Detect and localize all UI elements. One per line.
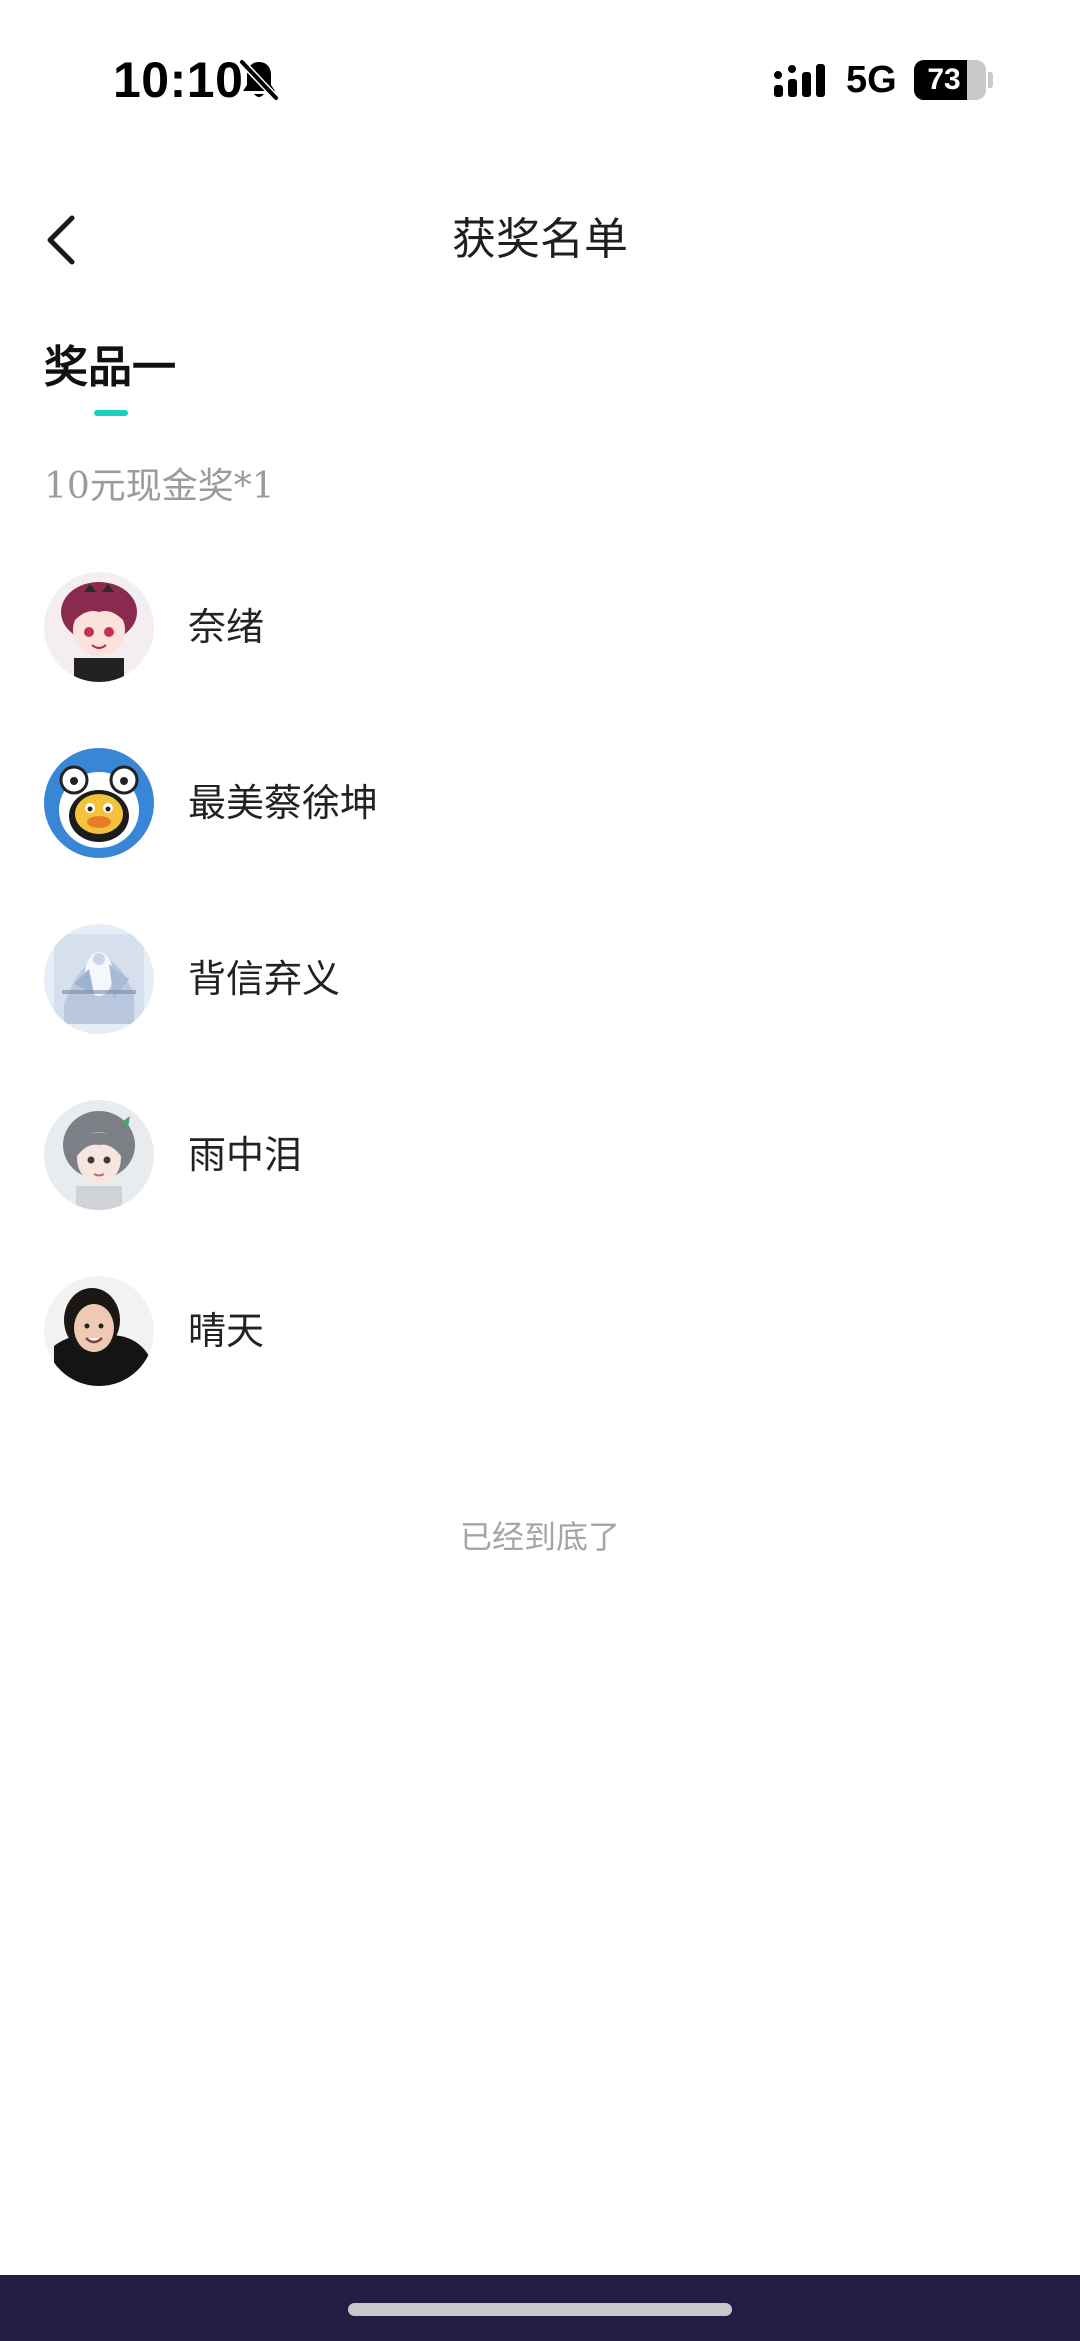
header: 获奖名单 — [0, 190, 1080, 290]
bell-muted-icon — [238, 58, 280, 102]
winner-name: 晴天 — [188, 1309, 265, 1353]
prize-description: 10元现金奖*1 — [44, 466, 275, 507]
list-item[interactable]: 晴天 — [0, 1276, 1080, 1386]
status-time: 10:10 — [113, 52, 244, 108]
list-item[interactable]: 最美蔡徐坤 — [0, 748, 1080, 858]
pale-blue-artwork-avatar — [44, 924, 154, 1034]
list-item[interactable]: 背信弃义 — [0, 924, 1080, 1034]
avatar — [44, 1100, 154, 1210]
end-of-list-note: 已经到底了 — [459, 1518, 620, 1556]
winner-name: 背信弃义 — [188, 957, 341, 1001]
battery-icon: 73 — [914, 60, 986, 100]
anime-girl-maroon-hair-avatar — [44, 572, 154, 682]
winner-name: 雨中泪 — [188, 1133, 303, 1177]
avatar — [44, 572, 154, 682]
cartoon-duck-avatar — [44, 748, 154, 858]
network-type: 5G — [846, 59, 897, 101]
avatar — [44, 1276, 154, 1386]
avatar — [44, 924, 154, 1034]
home-indicator[interactable] — [348, 2303, 732, 2316]
winner-name: 奈绪 — [188, 605, 265, 649]
anime-girl-silver-hair-avatar — [44, 1100, 154, 1210]
tab-prize-one[interactable]: 奖品一 — [44, 338, 176, 416]
tab-active-indicator — [94, 410, 128, 416]
battery-cap — [988, 72, 993, 88]
avatar — [44, 748, 154, 858]
battery-level: 73 — [927, 63, 961, 96]
winner-name: 最美蔡徐坤 — [188, 781, 379, 825]
signal-bars-icon — [772, 61, 832, 101]
list-item[interactable]: 雨中泪 — [0, 1100, 1080, 1210]
page-title: 获奖名单 — [452, 214, 628, 265]
tab-label: 奖品一 — [44, 342, 176, 393]
list-item[interactable]: 奈绪 — [0, 572, 1080, 682]
person-photo-avatar — [44, 1276, 154, 1386]
status-bar: 10:10 5G 73 — [0, 0, 1080, 160]
